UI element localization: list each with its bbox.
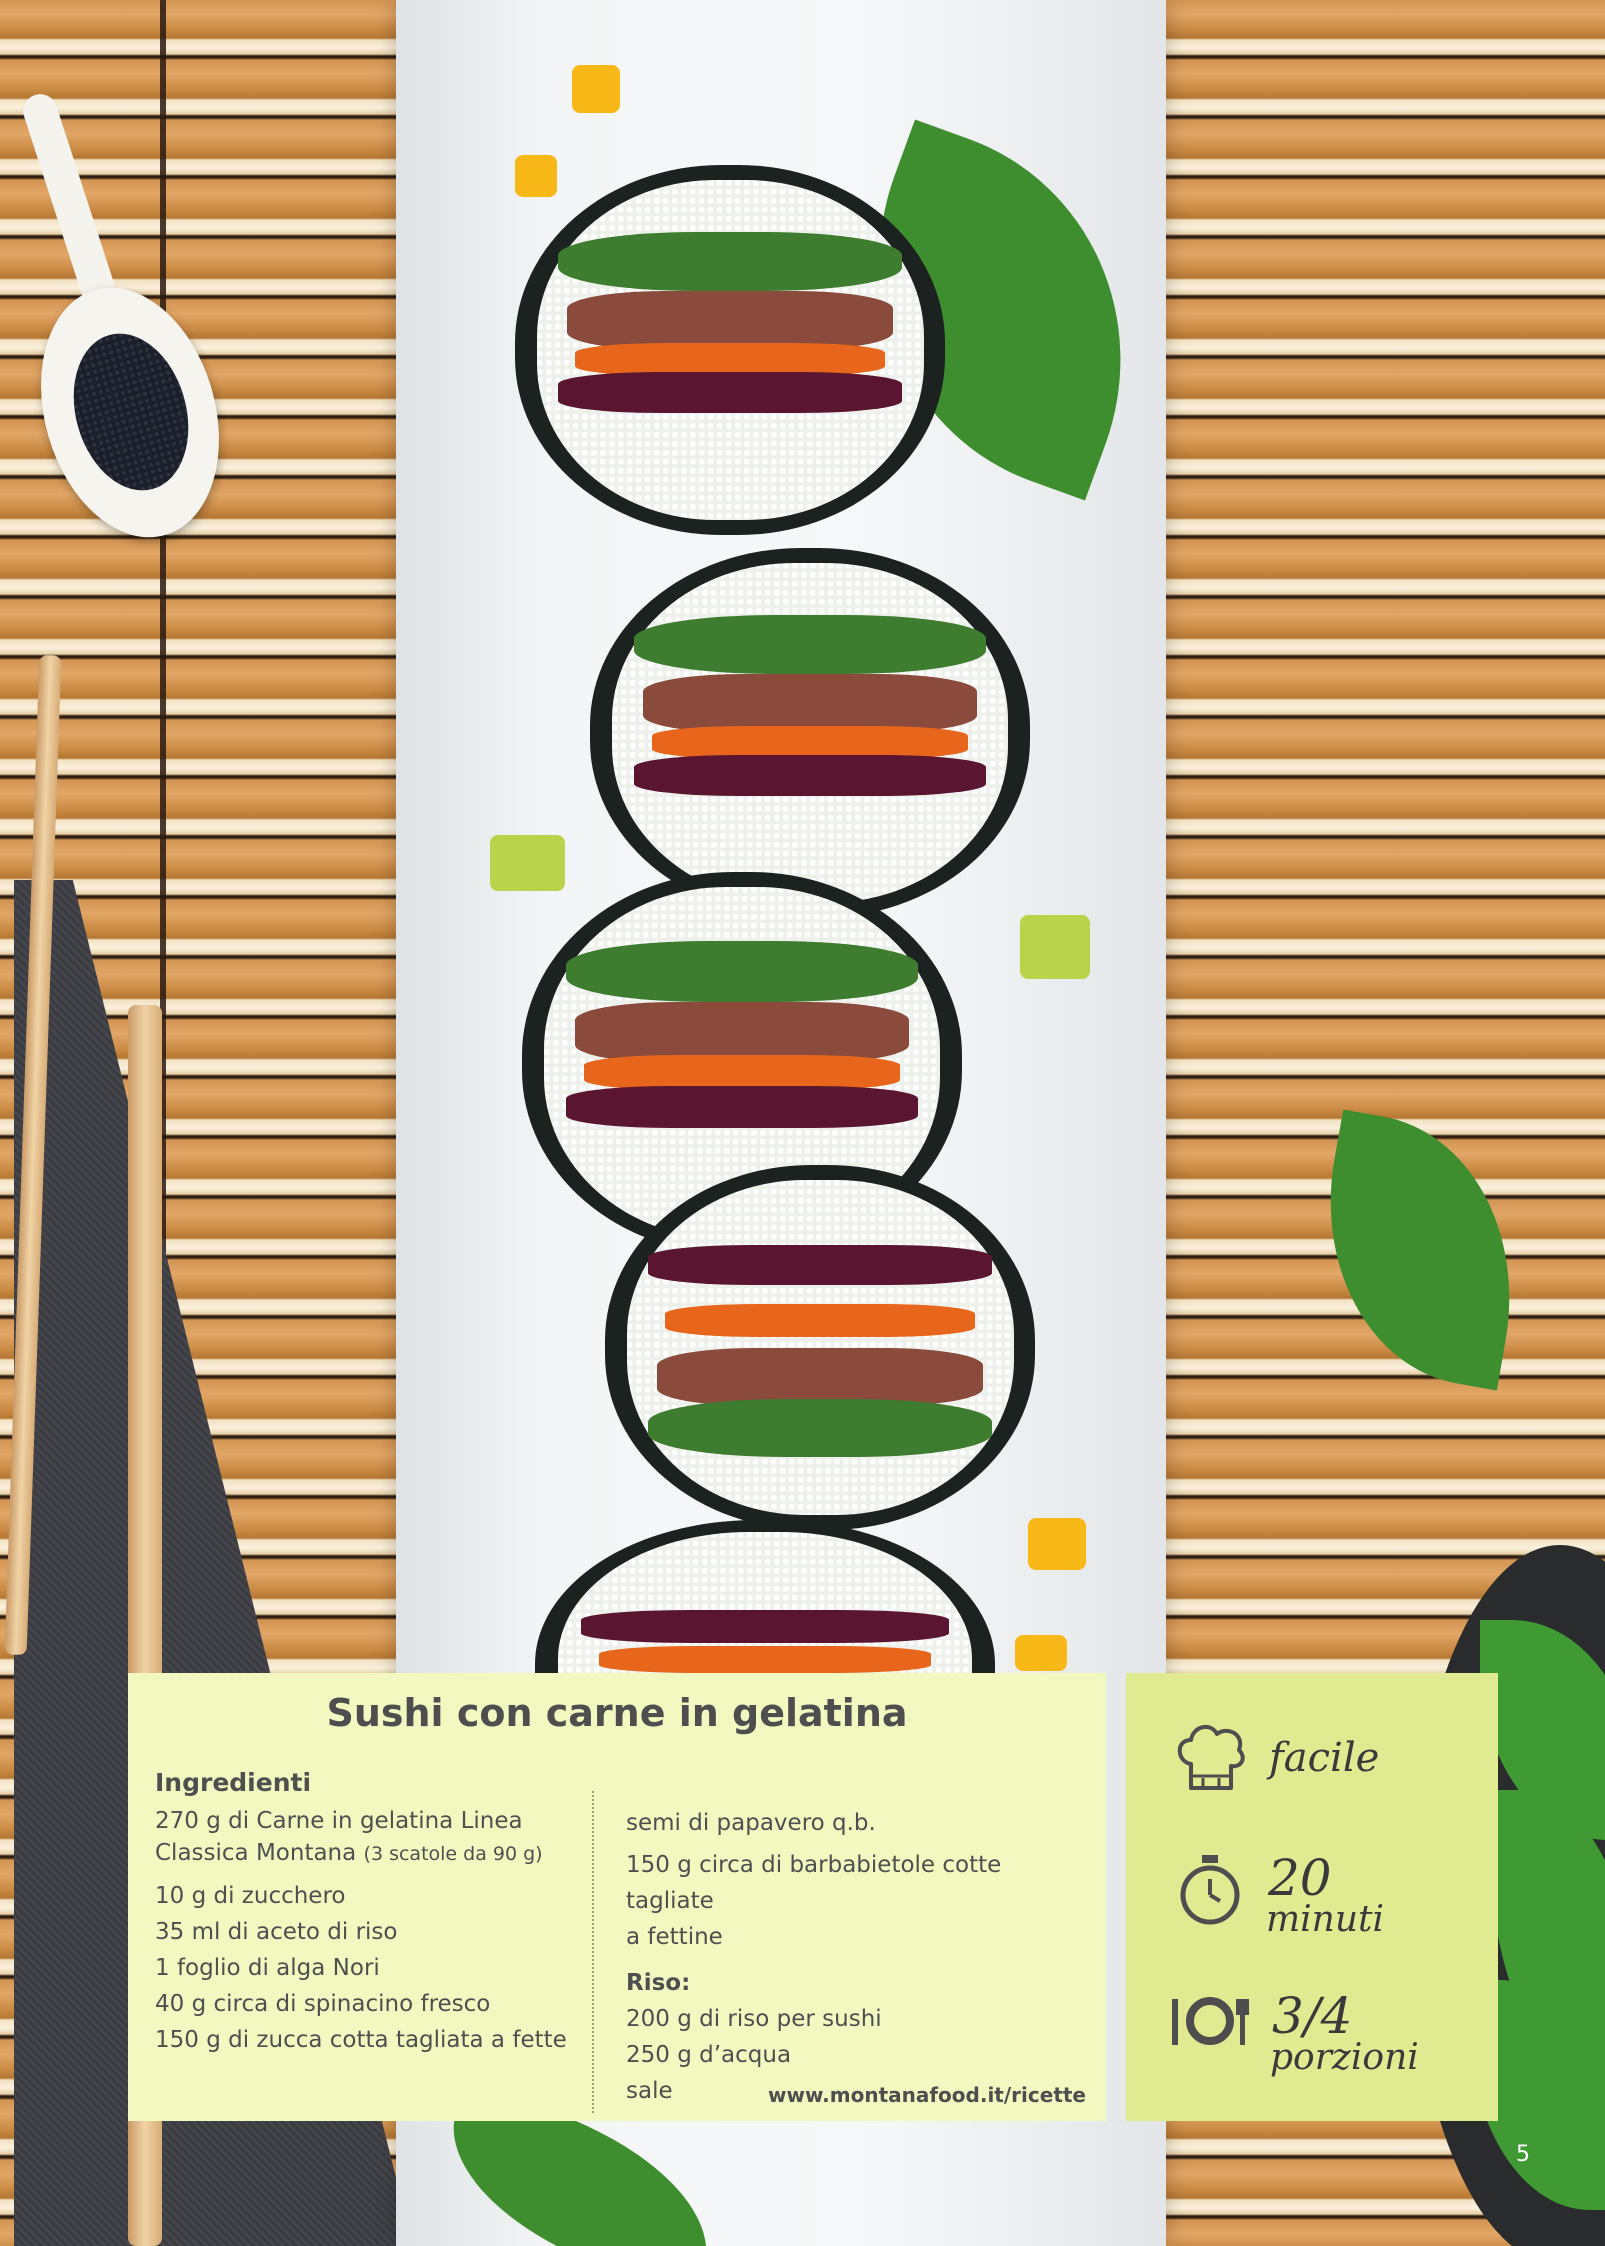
ingredient-item: semi di papavero q.b. xyxy=(626,1810,876,1836)
ingredient-item: 200 g di riso per sushi xyxy=(626,2006,882,2032)
page-number: 5 xyxy=(1516,2142,1530,2167)
servings-unit: porzioni xyxy=(1270,2037,1419,2078)
ingredient-item: 250 g d’acqua xyxy=(626,2042,792,2068)
ingredient-item: 270 g di Carne in gelatina Linea xyxy=(155,1808,523,1834)
recipe-title: Sushi con carne in gelatina xyxy=(326,1691,908,1735)
ingredient-item: 40 g circa di spinacino fresco xyxy=(155,1991,491,2017)
chef-hat-icon xyxy=(1177,1724,1245,1790)
recipe-page: Sushi con carne in gelatina Ingredienti … xyxy=(0,0,1605,2246)
ingredient-item: 150 g circa di barbabietole cotte taglia… xyxy=(626,1852,1002,1914)
pumpkin-cube xyxy=(515,155,557,197)
pumpkin-cube xyxy=(1028,1518,1086,1570)
pumpkin-cube xyxy=(1015,1635,1067,1671)
pumpkin-cube xyxy=(572,65,620,113)
ingredients-left-column: Ingredienti 270 g di Carne in gelatina L… xyxy=(155,1765,675,2058)
website-url[interactable]: www.montanafood.it/ricette xyxy=(768,2083,1086,2107)
sushi-piece xyxy=(605,1165,1035,1530)
difficulty-value: facile xyxy=(1269,1735,1380,1781)
ingredients-right-column: semi di papavero q.b. 150 g circa di bar… xyxy=(626,1805,1096,2109)
rice-label: Riso: xyxy=(626,1970,691,1996)
ingredient-item: a fettine xyxy=(626,1924,723,1950)
ingredients-label: Ingredienti xyxy=(155,1768,312,1797)
kiwi-cube xyxy=(490,835,565,891)
time-unit: minuti xyxy=(1266,1899,1385,1940)
ingredient-item: 150 g di zucca cotta tagliata a fette xyxy=(155,2027,567,2053)
recipe-card: Sushi con carne in gelatina Ingredienti … xyxy=(128,1673,1106,2121)
column-divider xyxy=(592,1791,594,2113)
cutlery-plate-icon xyxy=(1172,1997,1249,2045)
stopwatch-icon xyxy=(1180,1855,1240,1925)
ingredient-item: 1 foglio di alga Nori xyxy=(155,1955,380,1981)
ingredient-item: 35 ml di aceto di riso xyxy=(155,1919,398,1945)
sushi-piece xyxy=(590,548,1030,918)
ingredient-item: 10 g di zucchero xyxy=(155,1883,346,1909)
recipe-info-panel: facile 20 minuti 3/4 porzioni xyxy=(1126,1673,1498,2121)
sushi-piece xyxy=(515,165,945,535)
kiwi-cube xyxy=(1020,915,1090,979)
ingredient-item: Classica Montana (3 scatole da 90 g) xyxy=(155,1840,543,1866)
